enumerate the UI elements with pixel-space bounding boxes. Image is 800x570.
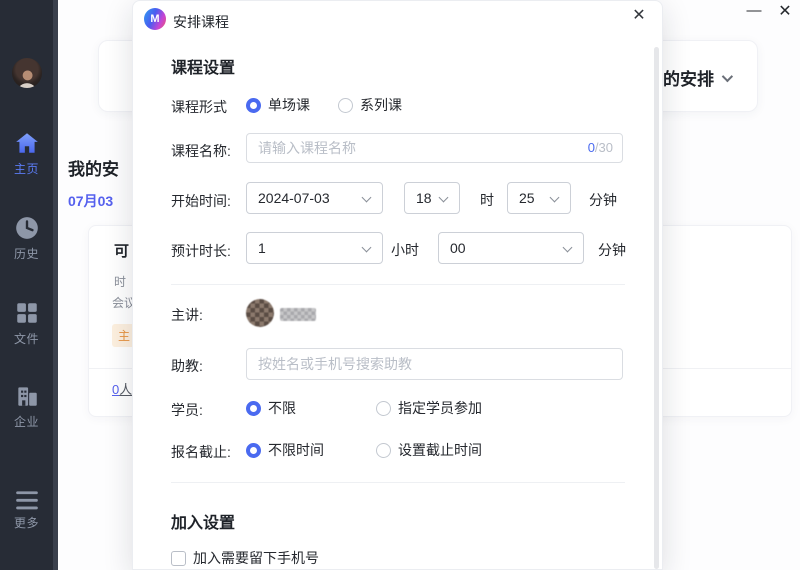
modal-scrollbar[interactable] xyxy=(654,47,659,569)
radio-deadline-set[interactable]: 设置截止时间 xyxy=(376,440,482,460)
history-icon xyxy=(14,215,40,241)
checkbox-label: 加入需要留下手机号 xyxy=(193,548,319,568)
duration-hours-select[interactable]: 1 xyxy=(246,232,383,264)
minute-unit-label: 分钟 xyxy=(589,190,617,210)
chevron-down-icon xyxy=(362,193,372,203)
radio-deadline-unlimited[interactable]: 不限时间 xyxy=(246,440,324,460)
sidebar-item-label: 历史 xyxy=(14,247,39,261)
chevron-down-icon xyxy=(550,193,560,203)
enrolled-count-suffix: 人 xyxy=(119,382,132,397)
radio-label: 不限时间 xyxy=(268,440,324,460)
assistant-label: 助教: xyxy=(171,356,203,376)
start-minute-value: 25 xyxy=(519,190,535,206)
assistant-search-input[interactable] xyxy=(246,348,623,380)
sidebar-item-home[interactable]: 主页 xyxy=(0,130,53,178)
radio-selected-icon xyxy=(246,401,261,416)
students-label: 学员: xyxy=(171,400,203,420)
home-icon xyxy=(14,130,40,156)
radio-label: 不限 xyxy=(268,398,296,418)
chevron-down-icon xyxy=(362,243,372,253)
duration-minutes-select[interactable]: 00 xyxy=(438,232,584,264)
section-join-settings: 加入设置 xyxy=(171,509,235,533)
char-counter: 0/30 xyxy=(588,140,613,155)
user-avatar[interactable] xyxy=(12,58,42,88)
course-name-label: 课程名称: xyxy=(171,141,231,161)
hour-unit-label: 时 xyxy=(480,190,494,210)
sidebar: 主页 历史 文件 xyxy=(0,0,58,570)
modal-close-icon[interactable]: ✕ xyxy=(628,5,650,27)
start-date-value: 2024-07-03 xyxy=(258,190,330,206)
page-title: 我的安 xyxy=(68,155,119,180)
checkbox-unchecked-icon xyxy=(171,551,186,566)
chevron-down-icon xyxy=(563,243,573,253)
start-hour-select[interactable]: 18 xyxy=(404,182,460,214)
course-type-label: 课程形式 xyxy=(171,97,227,117)
sidebar-item-label: 更多 xyxy=(14,516,39,530)
duration-minutes-value: 00 xyxy=(450,240,466,256)
app-window: — ✕ 的安排 我的安 07月03 可 时 会议 主 0人 xyxy=(0,0,800,570)
radio-label: 设置截止时间 xyxy=(398,440,482,460)
duration-hours-value: 1 xyxy=(258,240,266,256)
course-name-input[interactable] xyxy=(246,133,623,163)
files-icon xyxy=(14,300,40,326)
sidebar-item-label: 主页 xyxy=(14,162,39,176)
sidebar-item-label: 文件 xyxy=(14,332,39,346)
sidebar-item-label: 企业 xyxy=(14,415,39,429)
sidebar-item-history[interactable]: 历史 xyxy=(0,215,53,263)
start-minute-select[interactable]: 25 xyxy=(507,182,571,214)
enterprise-icon xyxy=(14,383,40,409)
radio-single-course[interactable]: 单场课 xyxy=(246,95,310,115)
radio-unselected-icon xyxy=(376,401,391,416)
schedule-dropdown-label: 的安排 xyxy=(663,65,714,90)
app-logo-icon: M xyxy=(144,8,166,30)
date-label: 07月03 xyxy=(68,191,113,211)
radio-students-specified[interactable]: 指定学员参加 xyxy=(376,398,482,418)
lesson-card-time: 时 xyxy=(114,273,126,290)
sidebar-item-enterprise[interactable]: 企业 xyxy=(0,383,53,431)
start-time-label: 开始时间: xyxy=(171,191,231,211)
teacher-avatar[interactable] xyxy=(246,299,274,327)
duration-minutes-unit: 分钟 xyxy=(598,240,626,260)
schedule-course-modal: M 安排课程 ✕ 课程设置 课程形式 单场课 系列课 课程名称: 0/30 开始… xyxy=(132,0,663,570)
sidebar-item-files[interactable]: 文件 xyxy=(0,300,53,348)
course-name-field-wrap: 0/30 xyxy=(246,133,623,163)
more-menu-icon xyxy=(14,490,40,510)
radio-label: 系列课 xyxy=(360,95,402,115)
lesson-card-title: 可 xyxy=(114,240,129,261)
schedule-dropdown[interactable]: 的安排 xyxy=(663,65,730,90)
radio-label: 单场课 xyxy=(268,95,310,115)
radio-selected-icon xyxy=(246,443,261,458)
radio-series-course[interactable]: 系列课 xyxy=(338,95,402,115)
teacher-name-redacted xyxy=(280,308,316,321)
radio-selected-icon xyxy=(246,98,261,113)
window-minimize-button[interactable]: — xyxy=(742,0,766,24)
window-close-button[interactable]: ✕ xyxy=(772,0,798,24)
radio-label: 指定学员参加 xyxy=(398,398,482,418)
duration-hours-unit: 小时 xyxy=(391,240,419,260)
enrolled-count: 0人 xyxy=(112,379,132,398)
modal-title: 安排课程 xyxy=(173,12,229,32)
section-divider xyxy=(171,482,625,483)
char-count-max: /30 xyxy=(595,140,613,155)
start-hour-value: 18 xyxy=(416,190,432,206)
radio-unselected-icon xyxy=(338,98,353,113)
chevron-down-icon xyxy=(722,70,733,81)
teacher-label: 主讲: xyxy=(171,305,203,325)
deadline-label: 报名截止: xyxy=(171,442,231,462)
radio-students-unlimited[interactable]: 不限 xyxy=(246,398,296,418)
section-divider xyxy=(171,284,625,285)
start-date-select[interactable]: 2024-07-03 xyxy=(246,182,383,214)
join-phone-checkbox-row[interactable]: 加入需要留下手机号 xyxy=(171,548,319,568)
duration-label: 预计时长: xyxy=(171,241,231,261)
section-course-settings: 课程设置 xyxy=(171,54,235,78)
char-count-current: 0 xyxy=(588,140,595,155)
assistant-field-wrap xyxy=(246,348,623,380)
chevron-down-icon xyxy=(439,193,449,203)
sidebar-item-more[interactable]: 更多 xyxy=(0,490,53,532)
radio-unselected-icon xyxy=(376,443,391,458)
